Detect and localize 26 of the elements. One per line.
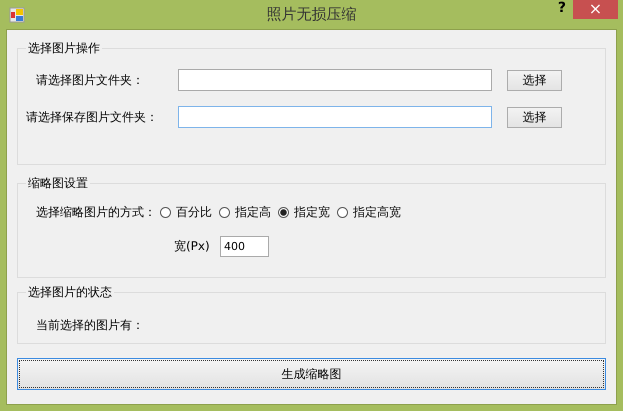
folder-path-field[interactable] [178,106,492,128]
group-title: 缩略图设置 [27,175,89,192]
width-field[interactable]: 400 [220,236,269,257]
window-title: 照片无损压缩 [266,5,356,24]
choose-button[interactable]: 选择 [507,106,562,128]
radio-label[interactable]: 指定宽 [294,204,330,220]
field-label: 请选择图片文件夹： [35,72,145,88]
status-label: 当前选择的图片有： [35,317,145,334]
radio-label[interactable]: 指定高宽 [353,204,401,220]
group-title: 选择图片操作 [27,40,101,57]
folder-path-field[interactable] [178,69,492,91]
app-icon [9,6,25,22]
help-button[interactable]: ? [554,0,570,16]
radio-button[interactable] [337,206,348,218]
field-label: 请选择保存图片文件夹： [26,108,159,126]
field-label: 选择缩略图片的方式： [36,204,156,220]
radio-button[interactable] [160,206,171,218]
generate-button[interactable]: 生成缩略图 [17,358,606,390]
choose-button[interactable]: 选择 [507,70,562,90]
radio-button[interactable] [219,206,230,218]
close-button[interactable]: × [573,0,618,19]
radio-label[interactable]: 百分比 [176,204,212,220]
field-label: 宽(Px) [174,238,211,255]
group-title: 选择图片的状态 [27,284,113,301]
radio-label[interactable]: 指定高 [235,204,271,220]
radio-button[interactable] [278,206,289,218]
